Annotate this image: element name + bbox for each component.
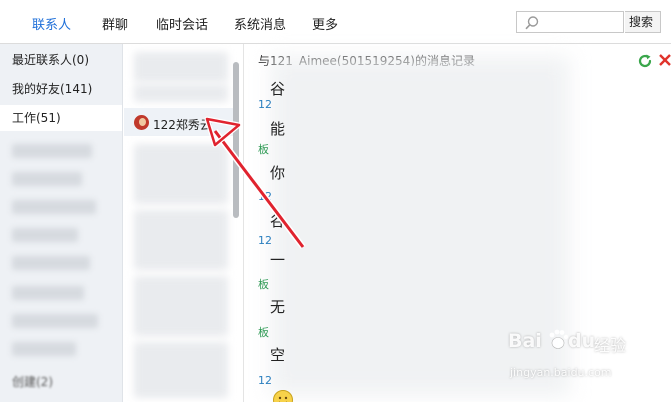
tab-temp-session[interactable]: 临时会话: [156, 14, 208, 33]
group-work[interactable]: 工作(51): [0, 105, 122, 131]
message-text: 谷: [270, 212, 286, 230]
refresh-icon[interactable]: [637, 53, 653, 69]
contact-list-scrollbar[interactable]: [233, 62, 239, 218]
blurred-contact[interactable]: [134, 52, 228, 82]
top-navigation: 联系人 群聊 临时会话 系统消息 更多 搜索: [0, 0, 671, 44]
blurred-contact[interactable]: [134, 144, 228, 204]
message-text: 谷: [270, 80, 286, 98]
message-sender: 板: [258, 326, 269, 339]
watermark-suffix: 经验: [594, 336, 627, 355]
group-recent-contacts[interactable]: 最近联系人(0): [0, 47, 122, 73]
search-button[interactable]: 搜索: [625, 11, 661, 33]
blurred-contact[interactable]: [134, 276, 228, 336]
group-list: 最近联系人(0) 我的好友(141) 工作(51) 创建(2): [0, 44, 123, 402]
blurred-group-item[interactable]: [12, 256, 90, 270]
search-icon: [525, 16, 539, 30]
message-text: 能: [270, 120, 286, 138]
close-icon[interactable]: [658, 53, 671, 67]
blurred-group-item[interactable]: [12, 314, 98, 328]
blurred-group-item[interactable]: [12, 144, 92, 158]
group-my-friends[interactable]: 我的好友(141): [0, 76, 122, 102]
message-sender: 12: [258, 234, 272, 247]
message-sender: 板: [258, 143, 269, 156]
message-sender: 12: [258, 374, 272, 387]
watermark-brand: Bai: [508, 330, 542, 352]
message-text: 无: [270, 298, 286, 316]
watermark-url: jingyan.baidu.com: [510, 366, 612, 379]
message-sender: 12: [258, 190, 272, 203]
blurred-contact[interactable]: [134, 342, 228, 398]
message-text: 空: [270, 346, 286, 364]
blurred-group-item[interactable]: [12, 172, 82, 186]
group-created[interactable]: 创建(2): [12, 373, 53, 390]
smiley-icon: [273, 390, 293, 402]
watermark-brand-2: du: [568, 330, 596, 352]
tab-contacts[interactable]: 联系人: [32, 14, 71, 33]
avatar-icon: [134, 115, 149, 130]
blurred-group-item[interactable]: [12, 342, 76, 356]
blurred-group-item[interactable]: [12, 200, 96, 214]
blurred-contact[interactable]: [134, 84, 228, 102]
contact-list: 122郑秀云: [124, 44, 242, 402]
paw-icon: [549, 329, 568, 349]
search-button-label: 搜索: [629, 15, 654, 29]
blurred-group-item[interactable]: [12, 286, 84, 300]
message-sender: 板: [258, 278, 269, 291]
message-sender: 12: [258, 98, 272, 111]
search-input[interactable]: [543, 14, 621, 30]
tab-system-messages[interactable]: 系统消息: [234, 14, 286, 33]
baidu-jingyan-watermark: Bai du 经验 jingyan.baidu.com: [504, 326, 664, 386]
blurred-group-item[interactable]: [12, 228, 78, 242]
tab-more[interactable]: 更多: [312, 14, 338, 33]
message-text: 一: [270, 251, 286, 269]
tab-group-chat[interactable]: 群聊: [102, 14, 128, 33]
search-box[interactable]: [516, 11, 624, 33]
message-text: 你: [270, 164, 286, 182]
blurred-contact[interactable]: [134, 210, 228, 270]
contact-name: 122郑秀云: [153, 118, 212, 132]
